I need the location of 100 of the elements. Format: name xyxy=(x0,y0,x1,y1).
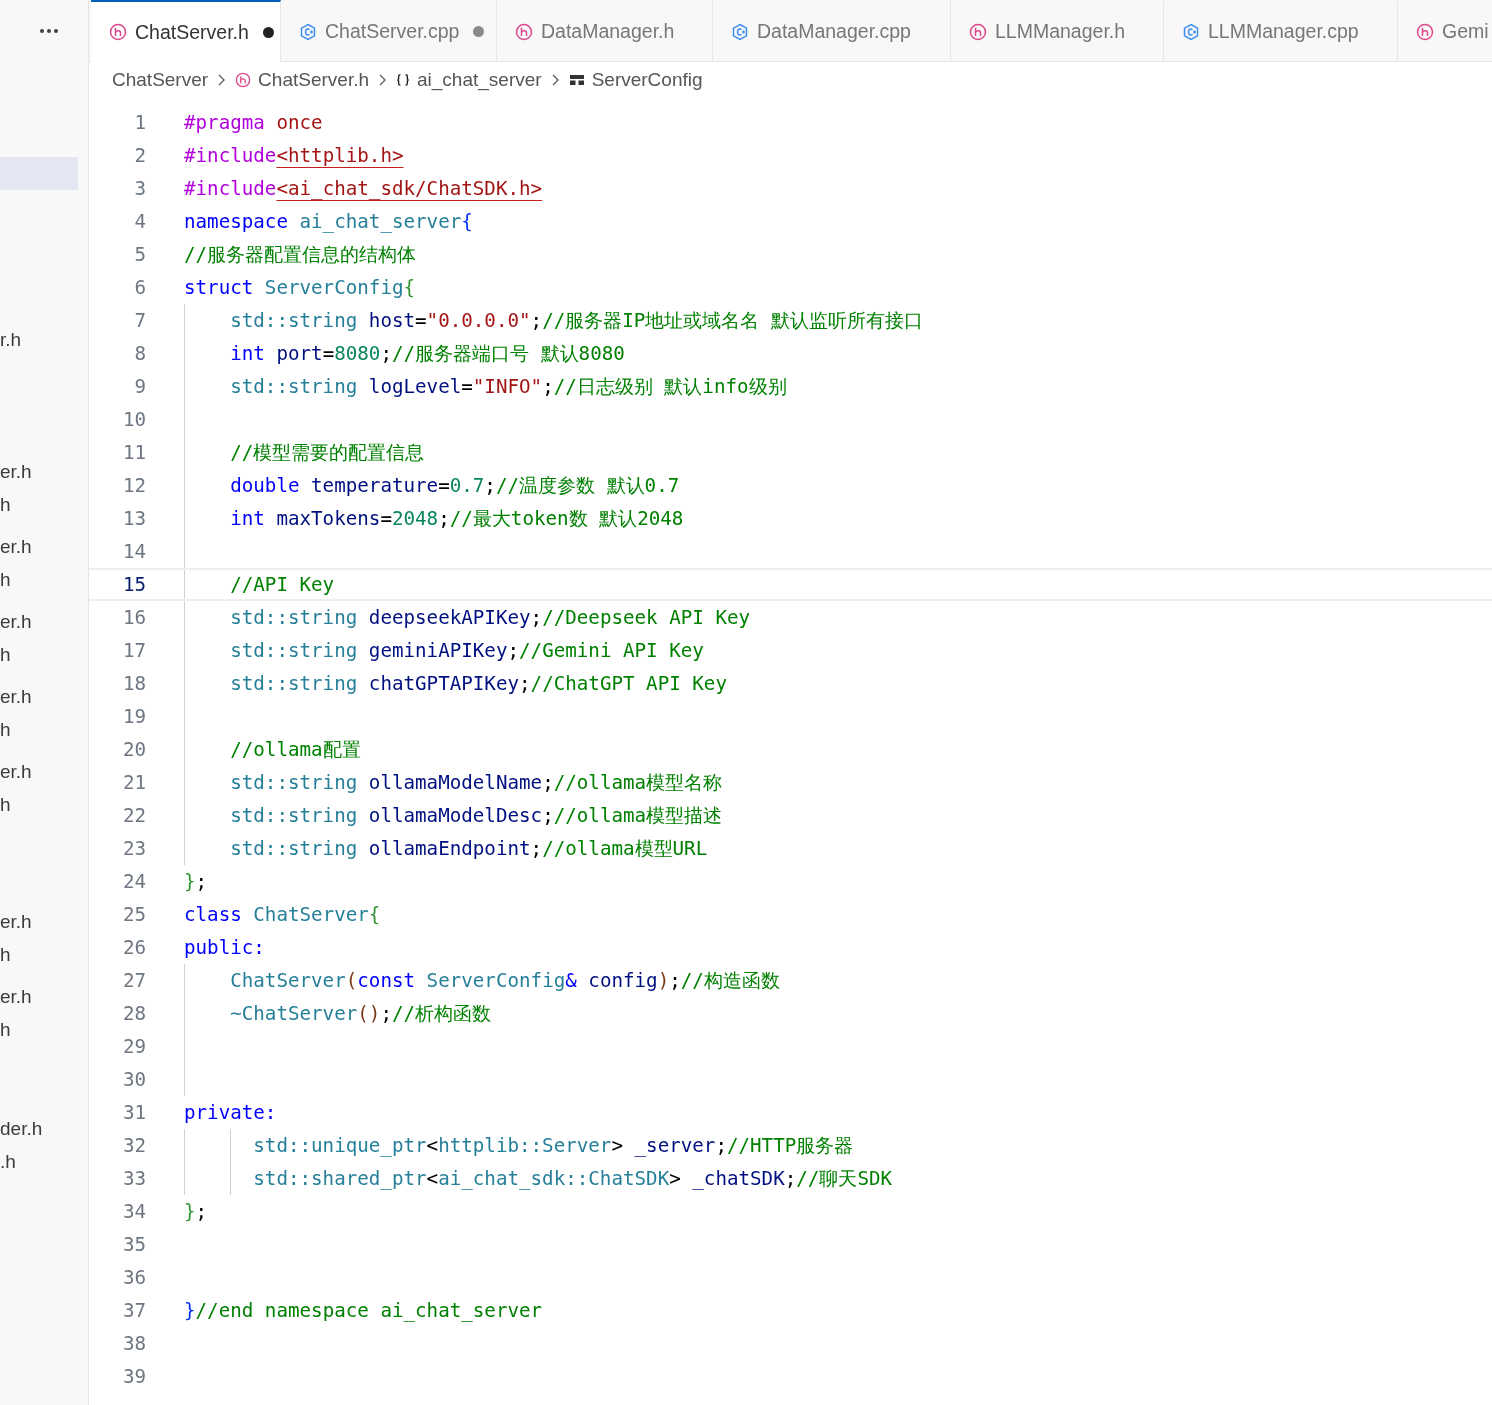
line-number: 5 xyxy=(133,242,146,268)
file-item[interactable]: der.h xyxy=(0,1112,88,1145)
editor-tab[interactable]: DataManager.cpp xyxy=(713,0,951,61)
line-number: 16 xyxy=(121,605,146,631)
code-line: double temperature=0.7;//温度参数 默认0.7 xyxy=(230,473,680,499)
line-number: 39 xyxy=(121,1364,146,1390)
file-item[interactable]: er.h xyxy=(0,905,88,938)
editor-tab[interactable]: ChatServer.cpp xyxy=(281,0,497,61)
editor-tab[interactable]: LLMManager.h xyxy=(951,0,1164,61)
line-number: 11 xyxy=(121,440,146,466)
editor-tab[interactable]: Gemi xyxy=(1398,0,1492,61)
code-line: //API Key xyxy=(230,572,335,598)
line-number: 35 xyxy=(121,1232,146,1258)
file-item[interactable]: er.h xyxy=(0,680,88,713)
code-line: }//end namespace ai_chat_server xyxy=(184,1298,543,1324)
code-line: //服务器配置信息的结构体 xyxy=(184,242,417,268)
file-item[interactable]: h xyxy=(0,1013,88,1046)
line-number: 28 xyxy=(121,1001,146,1027)
code-line: int port=8080;//服务器端口号 默认8080 xyxy=(230,341,625,367)
code-line: std::string ollamaModelDesc;//ollama模型描述 xyxy=(230,803,723,829)
file-item[interactable]: er.h xyxy=(0,980,88,1013)
line-number: 12 xyxy=(121,473,146,499)
code-line: //ollama配置 xyxy=(230,737,361,763)
file-item[interactable]: h xyxy=(0,713,88,746)
line-number: 38 xyxy=(121,1331,146,1357)
line-number: 30 xyxy=(121,1067,146,1093)
header-file-icon xyxy=(969,22,987,41)
header-file-icon xyxy=(1416,22,1434,41)
struct-icon xyxy=(568,72,585,88)
line-number: 25 xyxy=(121,902,146,928)
code-line: std::unique_ptr<httplib::Server> _server;//HTTP服务器 xyxy=(253,1133,854,1159)
line-number: 3 xyxy=(133,176,146,202)
breadcrumb-item[interactable]: ServerConfig xyxy=(591,69,703,91)
code-line: std::string host="0.0.0.0";//服务器IP地址或域名名 默认监听所有接口 xyxy=(230,308,923,334)
code-line: std::string chatGPTAPIKey;//ChatGPT API Key xyxy=(230,671,727,697)
file-item[interactable]: er.h xyxy=(0,605,88,638)
code-line: namespace ai_chat_server{ xyxy=(184,209,473,235)
line-number: 29 xyxy=(121,1034,146,1060)
line-number: 20 xyxy=(121,737,146,763)
file-item[interactable]: h xyxy=(0,563,88,596)
code-line: ChatServer(const ServerConfig& config);//构造函数 xyxy=(230,968,780,994)
line-number: 27 xyxy=(121,968,146,994)
editor-tab[interactable]: ChatServer.h xyxy=(91,0,281,62)
code-line: #include<ai_chat_sdk/ChatSDK.h> xyxy=(184,176,543,202)
code-line: struct ServerConfig{ xyxy=(184,275,416,301)
line-number: 2 xyxy=(133,143,146,169)
file-item[interactable]: h xyxy=(0,788,88,821)
line-number: 31 xyxy=(121,1100,146,1126)
line-number: 22 xyxy=(121,803,146,829)
file-item[interactable]: h xyxy=(0,638,88,671)
file-item[interactable]: h xyxy=(0,488,88,521)
file-item[interactable]: er.h xyxy=(0,530,88,563)
line-number: 24 xyxy=(121,869,146,895)
code-line: class ChatServer{ xyxy=(184,902,381,928)
code-line: }; xyxy=(184,869,208,895)
line-number: 19 xyxy=(121,704,146,730)
code-line: int maxTokens=2048;//最大token数 默认2048 xyxy=(230,506,684,532)
line-number: 15 xyxy=(121,572,146,598)
file-item[interactable]: er.h xyxy=(0,455,88,488)
code-line: //模型需要的配置信息 xyxy=(230,440,425,466)
code-line: std::string ollamaModelName;//ollama模型名称 xyxy=(230,770,723,796)
line-number: 8 xyxy=(133,341,146,367)
file-item[interactable]: .h xyxy=(0,1145,88,1178)
code-line: #pragma once xyxy=(184,110,323,136)
file-item[interactable]: er.h xyxy=(0,755,88,788)
chevron-icon xyxy=(378,74,387,86)
breadcrumb-item[interactable]: ChatServer xyxy=(112,69,209,91)
cpp-file-icon xyxy=(299,22,317,41)
line-number: 6 xyxy=(133,275,146,301)
cpp-file-icon xyxy=(731,22,749,41)
line-number: 13 xyxy=(121,506,146,532)
line-number: 34 xyxy=(121,1199,146,1225)
code-line: std::shared_ptr<ai_chat_sdk::ChatSDK> _chatSDK;//聊天SDK xyxy=(253,1166,893,1192)
editor-tab[interactable]: LLMManager.cpp xyxy=(1164,0,1398,61)
cpp-file-icon xyxy=(1182,22,1200,41)
line-number: 36 xyxy=(121,1265,146,1291)
code-line: std::string geminiAPIKey;//Gemini API Key xyxy=(230,638,704,664)
chevron-icon xyxy=(550,74,560,86)
line-number: 37 xyxy=(121,1298,146,1324)
unsaved-dot xyxy=(473,26,485,37)
line-number: 4 xyxy=(133,209,146,235)
header-file-icon xyxy=(515,22,533,41)
file-item[interactable]: h xyxy=(0,938,88,971)
editor-tab[interactable]: DataManager.h xyxy=(497,0,713,61)
code-line: public: xyxy=(184,935,265,961)
code-line: }; xyxy=(184,1199,208,1225)
line-number: 26 xyxy=(121,935,146,961)
line-number: 18 xyxy=(121,671,146,697)
file-item[interactable]: r.h xyxy=(0,323,88,356)
breadcrumb-item[interactable]: ChatServer.h xyxy=(258,69,369,91)
line-number: 14 xyxy=(121,539,146,565)
breadcrumb-item[interactable]: ai_chat_server xyxy=(417,69,542,91)
braces-icon xyxy=(396,73,410,87)
header-file-icon xyxy=(235,72,252,88)
code-line: #include<httplib.h> xyxy=(184,143,404,169)
line-number: 10 xyxy=(121,407,146,433)
unsaved-dot xyxy=(262,26,274,38)
code-line: std::string logLevel="INFO";//日志级别 默认info级别 xyxy=(230,374,787,400)
line-number: 17 xyxy=(121,638,146,664)
more-icon[interactable] xyxy=(39,28,59,34)
